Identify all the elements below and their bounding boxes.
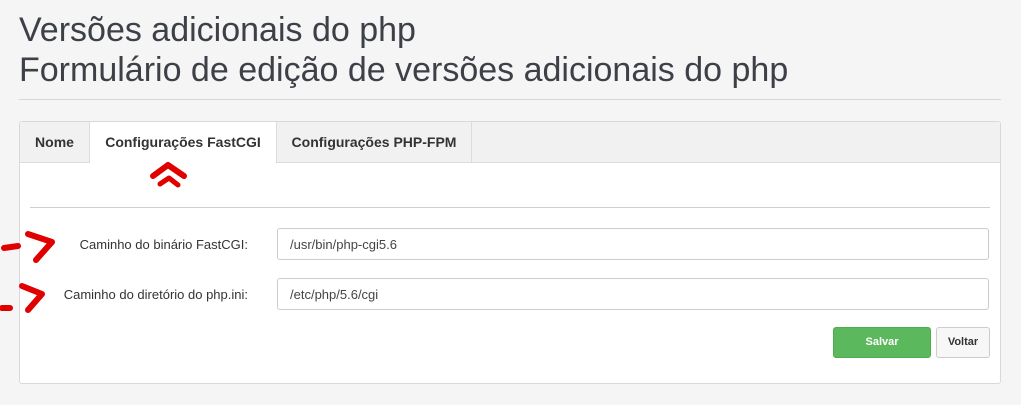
arrow-annotation-icon bbox=[1, 231, 55, 263]
page-header: Versões adicionais do php Formulário de … bbox=[19, 10, 788, 90]
form-divider bbox=[30, 207, 990, 208]
binary-path-input[interactable] bbox=[277, 228, 989, 260]
save-button[interactable]: Salvar bbox=[833, 327, 931, 358]
tab-bar: Nome Configurações FastCGI Configurações… bbox=[20, 122, 1000, 163]
arrow-annotation-icon bbox=[0, 283, 45, 313]
back-button[interactable]: Voltar bbox=[936, 327, 990, 358]
tab-fastcgi[interactable]: Configurações FastCGI bbox=[90, 122, 277, 163]
caret-annotation-icon bbox=[150, 162, 187, 188]
page-subtitle: Formulário de edição de versões adiciona… bbox=[19, 51, 789, 89]
header-divider bbox=[19, 99, 1001, 100]
ini-dir-input[interactable] bbox=[277, 278, 989, 310]
binary-path-label: Caminho do binário FastCGI: bbox=[79, 237, 248, 252]
ini-dir-label: Caminho do diretório do php.ini: bbox=[63, 287, 248, 302]
tab-nome[interactable]: Nome bbox=[20, 122, 90, 162]
page-title: Versões adicionais do php bbox=[19, 11, 416, 49]
tab-php-fpm[interactable]: Configurações PHP-FPM bbox=[277, 122, 472, 162]
